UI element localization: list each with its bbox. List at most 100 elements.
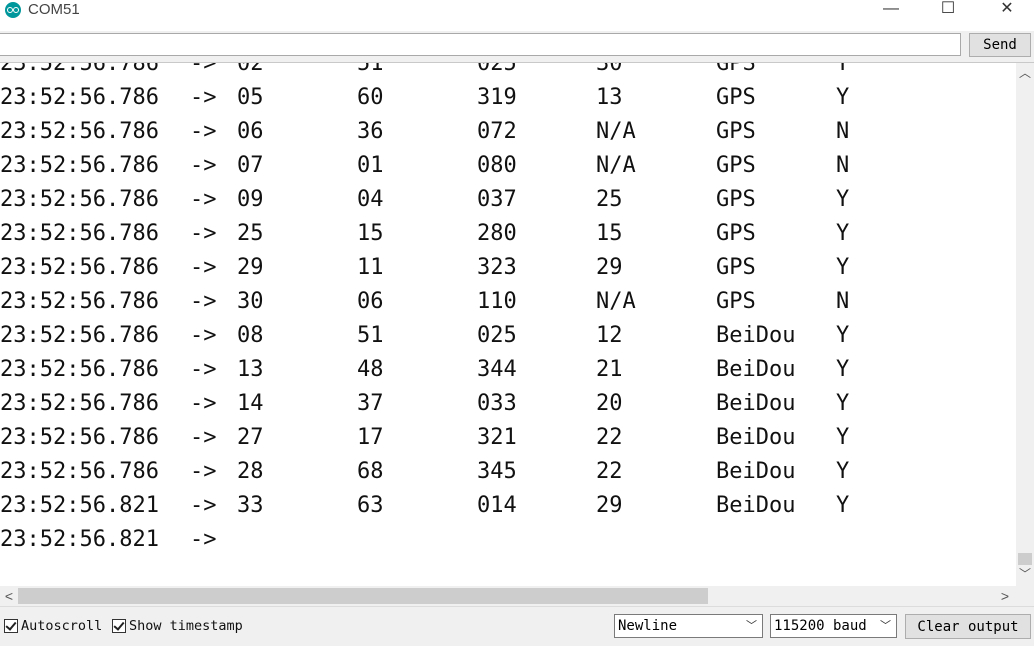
output-snr: 15 <box>596 221 623 246</box>
scroll-up-icon[interactable]: ︿ <box>1016 65 1034 81</box>
output-time: 23:52:56.786 <box>0 63 159 76</box>
output-id: 13 <box>237 357 264 382</box>
scroll-down-icon[interactable]: ﹀ <box>1016 566 1034 582</box>
output-id: 30 <box>237 289 264 314</box>
output-system: GPS <box>716 153 756 178</box>
output-arrow: -> <box>190 357 217 382</box>
vertical-scroll-thumb[interactable] <box>1018 553 1032 565</box>
output-snr: N/A <box>596 119 636 144</box>
output-time: 23:52:56.821 <box>0 527 159 552</box>
output-used: Y <box>836 323 850 348</box>
output-snr: 22 <box>596 459 623 484</box>
output-system: GPS <box>716 63 756 76</box>
output-elev: 63 <box>357 493 384 518</box>
output-id: 28 <box>237 459 264 484</box>
output-system: GPS <box>716 119 756 144</box>
output-elev: 51 <box>357 63 384 76</box>
output-time: 23:52:56.786 <box>0 221 159 246</box>
output-arrow: -> <box>190 63 217 76</box>
output-snr: 20 <box>596 391 623 416</box>
output-time: 23:52:56.786 <box>0 255 159 280</box>
output-snr: 29 <box>596 255 623 280</box>
show-timestamp-checkbox[interactable]: Show timestamp <box>112 618 243 634</box>
output-time: 23:52:56.786 <box>0 357 159 382</box>
output-id: 25 <box>237 221 264 246</box>
output-id: 33 <box>237 493 264 518</box>
arduino-logo-icon <box>5 2 21 18</box>
output-az: 014 <box>477 493 517 518</box>
output-time: 23:52:56.786 <box>0 289 159 314</box>
output-snr: 22 <box>596 425 623 450</box>
output-az: 025 <box>477 63 517 76</box>
line-ending-select[interactable]: Newline ﹀ <box>614 614 763 638</box>
output-snr: 30 <box>596 63 623 76</box>
output-snr: N/A <box>596 153 636 178</box>
scroll-left-icon[interactable]: < <box>0 586 18 606</box>
output-az: 025 <box>477 323 517 348</box>
output-used: N <box>836 153 850 178</box>
send-input[interactable] <box>0 33 961 56</box>
output-elev: 01 <box>357 153 384 178</box>
output-used: Y <box>836 391 850 416</box>
output-az: 319 <box>477 85 517 110</box>
output-time: 23:52:56.786 <box>0 187 159 212</box>
output-az: 323 <box>477 255 517 280</box>
title-bar: COM51 — ☐ ✕ <box>0 0 1034 31</box>
output-elev: 06 <box>357 289 384 314</box>
output-id: 29 <box>237 255 264 280</box>
baud-rate-select[interactable]: 115200 baud ﹀ <box>770 614 897 638</box>
output-id: 07 <box>237 153 264 178</box>
output-used: Y <box>836 493 850 518</box>
output-system: GPS <box>716 289 756 314</box>
scroll-right-icon[interactable]: > <box>996 586 1014 606</box>
checkbox-checked-icon[interactable] <box>4 619 18 633</box>
output-used: Y <box>836 425 850 450</box>
output-used: Y <box>836 459 850 484</box>
output-az: 345 <box>477 459 517 484</box>
chevron-down-icon: ﹀ <box>746 619 757 632</box>
output-id: 09 <box>237 187 264 212</box>
output-elev: 68 <box>357 459 384 484</box>
output-system: BeiDou <box>716 323 796 348</box>
maximize-button[interactable]: ☐ <box>925 0 971 22</box>
output-az: 110 <box>477 289 517 314</box>
autoscroll-checkbox[interactable]: Autoscroll <box>4 618 102 634</box>
output-elev: 60 <box>357 85 384 110</box>
output-arrow: -> <box>190 459 217 484</box>
clear-output-button[interactable]: Clear output <box>905 614 1031 639</box>
output-arrow: -> <box>190 221 217 246</box>
horizontal-scroll-thumb[interactable] <box>18 588 708 604</box>
send-button[interactable]: Send <box>969 33 1031 57</box>
vertical-scrollbar[interactable]: ︿ ﹀ <box>1016 63 1034 586</box>
output-used: Y <box>836 187 850 212</box>
horizontal-scrollbar[interactable]: < > <box>0 586 1016 606</box>
output-elev: 17 <box>357 425 384 450</box>
chevron-down-icon: ﹀ <box>880 619 891 632</box>
output-time: 23:52:56.786 <box>0 85 159 110</box>
output-az: 080 <box>477 153 517 178</box>
output-snr: 13 <box>596 85 623 110</box>
output-az: 280 <box>477 221 517 246</box>
output-time: 23:52:56.821 <box>0 493 159 518</box>
output-system: GPS <box>716 221 756 246</box>
output-elev: 15 <box>357 221 384 246</box>
minimize-button[interactable]: — <box>868 0 914 22</box>
output-used: Y <box>836 255 850 280</box>
output-elev: 04 <box>357 187 384 212</box>
output-time: 23:52:56.786 <box>0 323 159 348</box>
output-arrow: -> <box>190 527 217 552</box>
close-button[interactable]: ✕ <box>984 0 1030 22</box>
output-az: 033 <box>477 391 517 416</box>
output-id: 02 <box>237 63 264 76</box>
serial-output[interactable]: 23:52:56.786 -> 02 51 025 30 GPS Y 23:52:56.786 -… <box>0 63 1016 586</box>
line-ending-value: Newline <box>618 618 678 634</box>
output-system: BeiDou <box>716 459 796 484</box>
show-timestamp-label: Show timestamp <box>129 618 243 634</box>
output-arrow: -> <box>190 85 217 110</box>
bottom-toolbar: Autoscroll Show timestamp Newline ﹀ 1152… <box>0 606 1034 646</box>
checkbox-checked-icon[interactable] <box>112 619 126 633</box>
output-arrow: -> <box>190 493 217 518</box>
output-id: 06 <box>237 119 264 144</box>
baud-rate-value: 115200 baud <box>774 618 867 634</box>
output-used: N <box>836 119 850 144</box>
